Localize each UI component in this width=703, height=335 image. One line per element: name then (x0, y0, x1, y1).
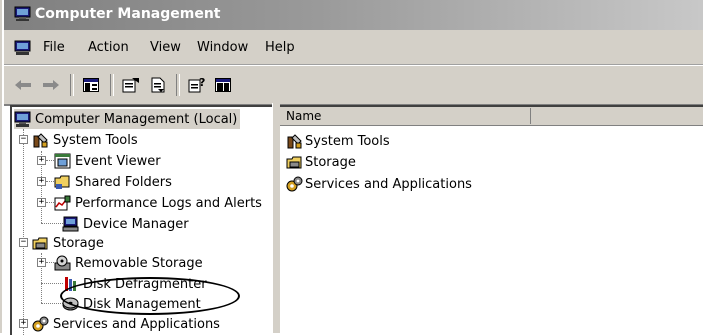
toolbar: ? (4, 65, 703, 106)
tree-connector (46, 160, 54, 161)
collapse-toggle[interactable]: − (19, 135, 28, 144)
tree-node-label: System Tools (53, 132, 138, 148)
tree-node-label: Disk Management (83, 296, 201, 312)
details-pane[interactable]: Name System Tools Storage Services and A… (280, 105, 703, 335)
tree-node-label: Services and Applications (53, 316, 220, 332)
show-hide-tree-icon[interactable] (80, 74, 102, 96)
performance-logs-icon (54, 195, 71, 211)
device-manager-icon (62, 216, 79, 232)
show-hide-action-pane-icon[interactable] (212, 74, 234, 96)
expand-toggle[interactable]: + (37, 258, 46, 267)
system-tools-icon (33, 133, 48, 148)
expand-toggle[interactable]: + (37, 177, 46, 186)
expand-toggle[interactable]: + (37, 198, 46, 207)
tree-node-label: Device Manager (83, 216, 189, 232)
tree-node-label: Computer Management (Local) (35, 111, 238, 127)
tree-node-label: Storage (53, 235, 104, 251)
column-header-label: Name (286, 109, 322, 123)
tree-node-services-applications[interactable]: Services and Applications (32, 314, 220, 334)
tree-node-label: Event Viewer (75, 153, 161, 169)
removable-storage-icon (54, 255, 71, 271)
collapse-toggle[interactable]: − (19, 238, 28, 247)
disk-defragmenter-icon (65, 277, 76, 291)
list-item[interactable]: System Tools (286, 131, 390, 151)
expand-toggle[interactable]: + (19, 319, 28, 328)
expand-toggle[interactable]: + (37, 156, 46, 165)
system-tools-icon (287, 134, 302, 149)
export-list-icon[interactable] (147, 74, 169, 96)
disk-management-icon (62, 297, 79, 311)
svg-text:?: ? (199, 77, 205, 89)
system-menu-icon[interactable] (14, 40, 31, 55)
tree-node-shared-folders[interactable]: Shared Folders (54, 172, 172, 192)
toolbar-separator (176, 74, 180, 96)
window-title: Computer Management (35, 6, 221, 22)
menu-view[interactable]: View (150, 40, 181, 55)
services-applications-icon (286, 176, 303, 192)
console-tree[interactable]: Computer Management (Local) − System Too… (10, 105, 274, 335)
menu-action[interactable]: Action (88, 40, 129, 55)
tree-node-label: Shared Folders (75, 174, 172, 190)
back-arrow-icon[interactable] (12, 74, 34, 96)
tree-connector (46, 202, 54, 203)
tree-connector (41, 283, 63, 284)
tree-connector (41, 303, 63, 304)
list-item[interactable]: Services and Applications (286, 174, 472, 194)
toolbar-separator (70, 74, 74, 96)
tree-node-removable-storage[interactable]: Removable Storage (54, 253, 203, 273)
computer-icon (14, 111, 31, 127)
menu-bar: File Action View Window Help (4, 30, 703, 65)
tree-node-performance-logs[interactable]: Performance Logs and Alerts (54, 193, 262, 213)
tree-node-storage[interactable]: Storage (32, 233, 104, 253)
tree-node-label: Removable Storage (75, 255, 203, 271)
event-viewer-icon (54, 153, 71, 169)
menu-help[interactable]: Help (265, 40, 295, 55)
tree-node-event-viewer[interactable]: Event Viewer (54, 151, 161, 171)
services-applications-icon (32, 316, 49, 332)
storage-icon (32, 237, 48, 250)
tree-connector (23, 129, 24, 335)
list-item-label: System Tools (305, 133, 390, 149)
pane-splitter[interactable] (272, 103, 280, 333)
tree-connector (41, 223, 63, 224)
title-bar[interactable]: Computer Management (4, 0, 703, 30)
tree-node-disk-management[interactable]: Disk Management (62, 294, 201, 314)
tree-node-system-tools[interactable]: System Tools (32, 130, 138, 150)
list-item-label: Services and Applications (305, 176, 472, 192)
window-frame: Computer Management File Action View Win… (0, 0, 703, 335)
column-header-name[interactable]: Name (280, 107, 703, 126)
tree-node-computer-management[interactable]: Computer Management (Local) (14, 109, 241, 129)
computer-management-app-icon (14, 6, 31, 21)
toolbar-separator (110, 74, 114, 96)
tree-connector (46, 262, 54, 263)
tree-node-disk-defragmenter[interactable]: Disk Defragmenter (62, 274, 207, 294)
tree-connector (46, 181, 54, 182)
tree-node-label: Disk Defragmenter (83, 276, 207, 292)
menu-file[interactable]: File (43, 40, 65, 55)
storage-icon (286, 156, 302, 169)
properties-icon[interactable] (120, 74, 142, 96)
column-divider[interactable] (530, 108, 531, 124)
help-icon[interactable]: ? (186, 74, 208, 96)
tree-node-label: Performance Logs and Alerts (75, 195, 262, 211)
tree-node-device-manager[interactable]: Device Manager (62, 214, 189, 234)
shared-folder-icon (54, 175, 70, 189)
forward-arrow-icon[interactable] (40, 74, 62, 96)
list-item[interactable]: Storage (286, 152, 356, 172)
menu-window[interactable]: Window (197, 40, 248, 55)
list-item-label: Storage (305, 154, 356, 170)
